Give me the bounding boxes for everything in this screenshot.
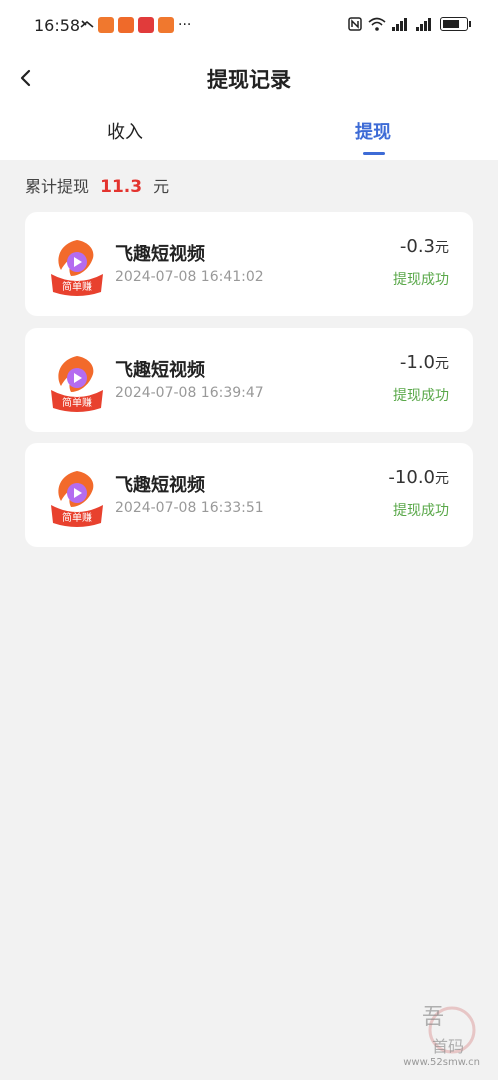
- missed-call-icon: [80, 20, 94, 28]
- record-card[interactable]: 简单赚 飞趣短视频 2024-07-08 16:39:47 -1.0元 提现成功: [25, 328, 473, 432]
- app-logo-icon: 简单赚: [51, 240, 103, 296]
- page-title: 提现记录: [207, 68, 291, 92]
- record-status: 提现成功: [393, 388, 449, 404]
- record-status: 提现成功: [393, 272, 449, 288]
- watermark-seal-icon: 吾 首码: [422, 1005, 476, 1056]
- signal-5g-icon: [416, 17, 434, 31]
- svg-text:吾: 吾: [422, 1005, 444, 1030]
- active-tab-indicator: [363, 152, 385, 155]
- record-status: 提现成功: [393, 503, 449, 519]
- app-icon-3: [138, 17, 154, 33]
- record-app-name: 飞趣短视频: [115, 244, 205, 265]
- record-card[interactable]: 简单赚 飞趣短视频 2024-07-08 16:41:02 -0.3元 提现成功: [25, 212, 473, 316]
- nfc-icon: [348, 17, 362, 31]
- status-system-icons: [348, 17, 471, 31]
- header: 提现记录 收入 提现: [0, 56, 498, 160]
- app-icon-1: [98, 17, 114, 33]
- record-datetime: 2024-07-08 16:33:51: [115, 500, 264, 516]
- record-app-name: 飞趣短视频: [115, 475, 205, 496]
- record-amount: -0.3元: [399, 236, 449, 257]
- tab-income[interactable]: 收入: [107, 118, 143, 144]
- tab-withdraw[interactable]: 提现: [355, 118, 391, 144]
- app-logo-icon: 简单赚: [51, 471, 103, 527]
- record-amount: -1.0元: [399, 352, 449, 373]
- status-bar: 16:58 ···: [0, 0, 498, 56]
- summary-unit: 元: [153, 177, 170, 196]
- total-withdrawal-summary: 累计提现 11.3 元: [25, 173, 169, 197]
- record-datetime: 2024-07-08 16:41:02: [115, 269, 264, 285]
- wifi-icon: [368, 17, 386, 31]
- record-unit: 元: [435, 471, 449, 487]
- record-amount: -10.0元: [388, 467, 449, 488]
- record-unit: 元: [435, 240, 449, 256]
- app-logo-icon: 简单赚: [51, 356, 103, 412]
- app-icon-2: [118, 17, 134, 33]
- svg-text:简单赚: 简单赚: [62, 511, 92, 524]
- battery-icon: [440, 17, 471, 31]
- watermark-text: www.52smw.cn: [403, 1057, 480, 1068]
- status-notification-icons: ···: [80, 17, 191, 33]
- record-datetime: 2024-07-08 16:39:47: [115, 385, 264, 401]
- record-app-name: 飞趣短视频: [115, 360, 205, 381]
- svg-text:首码: 首码: [432, 1037, 464, 1056]
- more-icon: ···: [178, 17, 192, 33]
- svg-text:简单赚: 简单赚: [62, 280, 92, 293]
- record-unit: 元: [435, 356, 449, 372]
- svg-text:简单赚: 简单赚: [62, 396, 92, 409]
- summary-amount: 11.3: [100, 177, 143, 197]
- summary-label: 累计提现: [25, 177, 90, 196]
- record-card[interactable]: 简单赚 飞趣短视频 2024-07-08 16:33:51 -10.0元 提现成…: [25, 443, 473, 547]
- app-icon-4: [158, 17, 174, 33]
- signal-4g-icon: [392, 17, 410, 31]
- status-time: 16:58: [34, 16, 81, 35]
